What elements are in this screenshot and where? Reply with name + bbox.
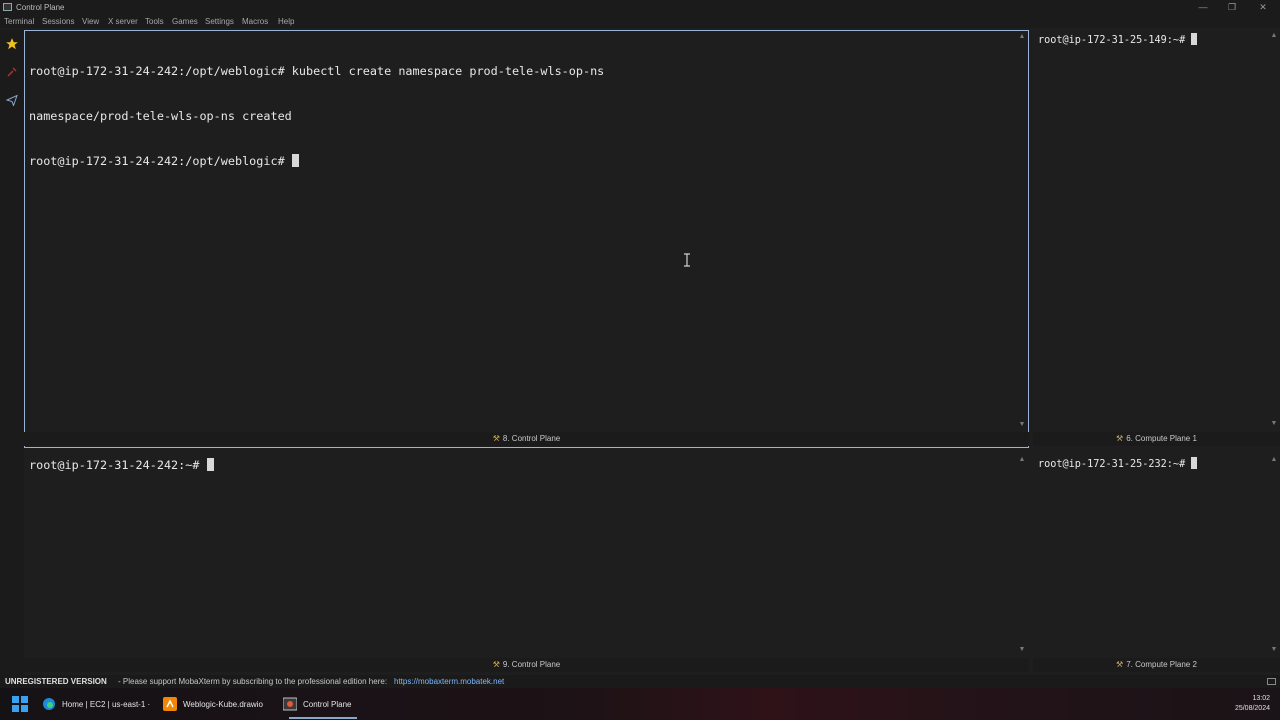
terminal-prompt: root@ip-172-31-25-149:~#	[1038, 35, 1192, 46]
menu-sessions[interactable]: Sessions	[42, 17, 74, 26]
scrollbar[interactable]: ▲ ▼	[1270, 452, 1278, 656]
pane-label-compute-plane-1[interactable]: ⚒ 6. Compute Plane 1	[1033, 432, 1280, 446]
star-icon	[6, 38, 18, 50]
terminal-pane-control-plane-8[interactable]: root@ip-172-31-24-242:/opt/weblogic# kub…	[24, 30, 1029, 448]
taskbar-item-mobaxterm[interactable]: Control Plane	[283, 688, 363, 720]
menu-settings[interactable]: Settings	[205, 17, 234, 26]
terminal-output: root@ip-172-31-25-232:~#	[1038, 457, 1198, 471]
tools-icon: ⚒	[492, 434, 500, 443]
taskbar-item-label: Control Plane	[303, 699, 352, 709]
menu-help[interactable]: Help	[278, 17, 294, 26]
minimize-button[interactable]: —	[1196, 2, 1210, 12]
favorites-button[interactable]	[2, 34, 22, 54]
system-clock[interactable]: 13:02 25/08/2024	[1235, 694, 1270, 714]
taskbar-item-label: Home | EC2 | us-east-1 ·	[62, 699, 151, 709]
support-message: - Please support MobaXterm by subscribin…	[118, 677, 388, 686]
menu-bar: Terminal Sessions View X server Tools Ga…	[0, 15, 1280, 28]
terminal-line: namespace/prod-tele-wls-op-ns created	[29, 109, 292, 123]
scrollbar[interactable]: ▲ ▼	[1270, 30, 1278, 430]
drawio-icon	[163, 697, 177, 711]
menu-view[interactable]: View	[82, 17, 99, 26]
taskbar-item-label: Weblogic-Kube.drawio	[183, 699, 263, 709]
tools-icon: ⚒	[492, 660, 500, 669]
terminal-pane-compute-plane-1[interactable]: root@ip-172-31-25-149:~# ▲ ▼	[1033, 30, 1280, 432]
pane-label-control-plane-9[interactable]: ⚒ 9. Control Plane	[24, 658, 1029, 672]
mobaxterm-icon	[283, 697, 297, 711]
start-button[interactable]	[12, 688, 32, 720]
window-title: Control Plane	[16, 3, 65, 12]
text-cursor	[1191, 33, 1198, 45]
tools-icon: ⚒	[1116, 434, 1124, 443]
terminal-line: root@ip-172-31-24-242:/opt/weblogic# kub…	[29, 64, 605, 78]
scroll-up-icon[interactable]: ▲	[1270, 456, 1278, 464]
windows-icon	[12, 696, 28, 712]
edge-icon	[42, 697, 56, 711]
menu-macros[interactable]: Macros	[242, 17, 268, 26]
terminal-output: root@ip-172-31-24-242:~#	[29, 458, 214, 473]
pane-label-compute-plane-2[interactable]: ⚒ 7. Compute Plane 2	[1033, 658, 1280, 672]
menu-tools[interactable]: Tools	[145, 17, 164, 26]
clock-time: 13:02	[1252, 695, 1270, 702]
scroll-down-icon[interactable]: ▼	[1018, 421, 1026, 429]
text-cursor	[206, 458, 214, 471]
terminal-prompt: root@ip-172-31-25-232:~#	[1038, 459, 1192, 470]
terminal-pane-compute-plane-2[interactable]: root@ip-172-31-25-232:~# ▲ ▼	[1033, 452, 1280, 658]
tools-icon	[7, 67, 17, 77]
taskbar-item-browser[interactable]: Home | EC2 | us-east-1 ·	[42, 688, 158, 720]
text-cursor	[291, 154, 299, 167]
menu-terminal[interactable]: Terminal	[4, 17, 34, 26]
scroll-up-icon[interactable]: ▲	[1270, 32, 1278, 40]
send-icon	[6, 94, 18, 106]
left-sidebar	[0, 30, 24, 675]
window-mode-icon[interactable]	[1267, 678, 1276, 685]
send-button[interactable]	[2, 90, 22, 110]
restore-button[interactable]: ❐	[1225, 2, 1239, 13]
title-bar: Control Plane — ❐ ✕	[0, 0, 1280, 15]
terminal-prompt: root@ip-172-31-24-242:~#	[29, 458, 207, 472]
clock-date: 25/08/2024	[1234, 705, 1270, 712]
scroll-up-icon[interactable]: ▲	[1018, 33, 1026, 41]
menu-xserver[interactable]: X server	[108, 17, 138, 26]
mobaxterm-icon	[3, 3, 12, 11]
unregistered-label: UNREGISTERED VERSION	[5, 677, 107, 686]
taskbar: Home | EC2 | us-east-1 · Weblogic-Kube.d…	[0, 688, 1280, 720]
text-cursor	[1191, 457, 1198, 469]
status-bar: UNREGISTERED VERSION - Please support Mo…	[0, 675, 1280, 688]
scrollbar[interactable]: ▲ ▼	[1018, 452, 1026, 656]
terminal-output: root@ip-172-31-24-242:/opt/weblogic# kub…	[29, 34, 604, 199]
menu-games[interactable]: Games	[172, 17, 198, 26]
mobatek-link[interactable]: https://mobaxterm.mobatek.net	[394, 677, 504, 686]
scroll-down-icon[interactable]: ▼	[1018, 646, 1026, 654]
close-button[interactable]: ✕	[1256, 2, 1270, 13]
scroll-down-icon[interactable]: ▼	[1270, 420, 1278, 428]
scroll-down-icon[interactable]: ▼	[1270, 646, 1278, 654]
taskbar-item-drawio[interactable]: Weblogic-Kube.drawio	[163, 688, 278, 720]
tools-button[interactable]	[2, 62, 22, 82]
tools-icon: ⚒	[1116, 660, 1124, 669]
scrollbar[interactable]: ▲ ▼	[1018, 31, 1026, 431]
ibeam-cursor-icon	[684, 253, 690, 267]
scroll-up-icon[interactable]: ▲	[1018, 456, 1026, 464]
terminal-line: root@ip-172-31-24-242:/opt/weblogic#	[29, 154, 292, 168]
pane-label-control-plane-8[interactable]: ⚒ 8. Control Plane	[24, 432, 1029, 446]
terminal-output: root@ip-172-31-25-149:~#	[1038, 33, 1198, 47]
terminal-pane-control-plane-9[interactable]: root@ip-172-31-24-242:~# ▲ ▼	[24, 452, 1029, 658]
